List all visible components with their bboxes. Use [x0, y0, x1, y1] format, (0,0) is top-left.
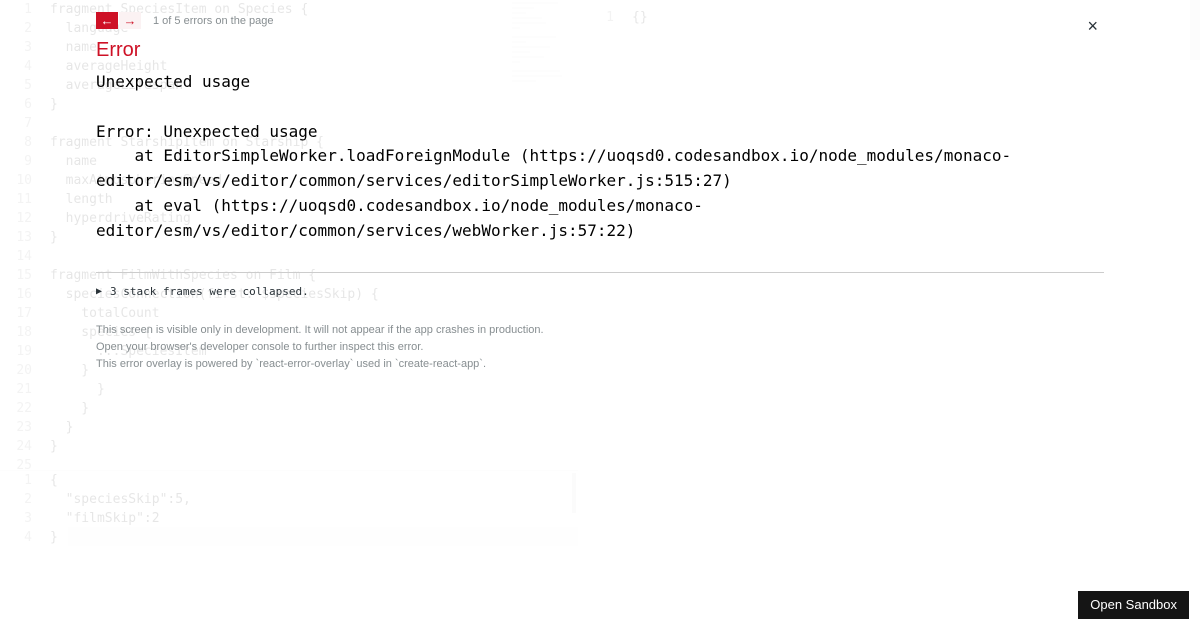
expand-icon: ▶ [96, 286, 102, 297]
collapsed-frames-text: 3 stack frames were collapsed. [110, 285, 309, 298]
divider [96, 272, 1104, 273]
error-title: Error [96, 39, 1104, 62]
dev-note-line: This error overlay is powered by `react-… [96, 356, 1104, 373]
dev-note-line: This screen is visible only in developme… [96, 322, 1104, 339]
open-sandbox-label: Open Sandbox [1090, 597, 1177, 612]
error-navigation: ← → 1 of 5 errors on the page [96, 12, 1104, 29]
open-sandbox-button[interactable]: Open Sandbox [1078, 591, 1189, 619]
error-message: Unexpected usage Error: Unexpected usage… [96, 70, 1104, 244]
dev-note-line: Open your browser's developer console to… [96, 339, 1104, 356]
next-error-button[interactable]: → [119, 12, 141, 29]
collapsed-frames-toggle[interactable]: ▶ 3 stack frames were collapsed. [96, 285, 1104, 298]
error-overlay: ← → 1 of 5 errors on the page × Error Un… [96, 12, 1104, 373]
close-icon[interactable]: × [1087, 16, 1098, 37]
dev-note: This screen is visible only in developme… [96, 322, 1104, 373]
prev-error-button[interactable]: ← [96, 12, 118, 29]
error-count-text: 1 of 5 errors on the page [153, 15, 273, 27]
